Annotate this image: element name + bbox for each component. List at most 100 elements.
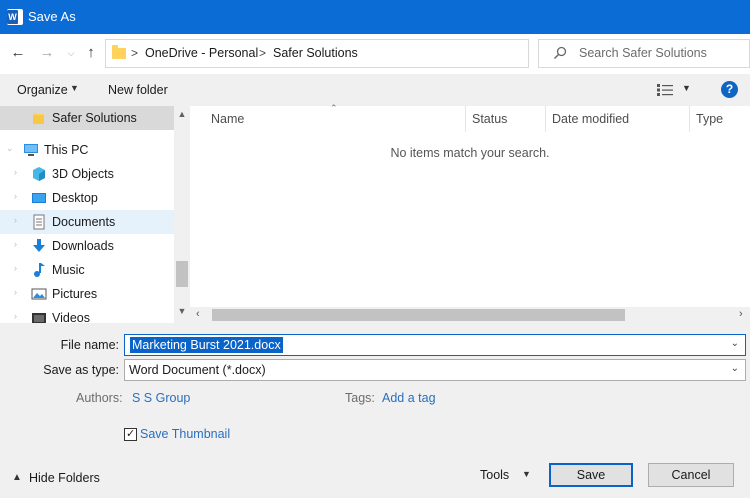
tags-label: Tags: bbox=[345, 391, 375, 405]
sidebar-item-label: Desktop bbox=[52, 191, 98, 205]
sidebar-item-music[interactable]: › Music bbox=[0, 258, 174, 282]
recent-locations-chevron-icon[interactable]: ⌵ bbox=[60, 42, 82, 64]
sidebar-item-documents[interactable]: › Documents bbox=[0, 210, 174, 234]
column-header-status[interactable]: Status bbox=[472, 112, 507, 138]
hide-folders-button[interactable]: Hide Folders bbox=[29, 471, 100, 485]
change-view-icon[interactable] bbox=[657, 84, 673, 96]
chevron-right-icon[interactable]: › bbox=[14, 167, 17, 177]
chevron-right-icon[interactable]: › bbox=[14, 287, 17, 297]
sidebar-item-downloads[interactable]: › Downloads bbox=[0, 234, 174, 258]
downloads-icon bbox=[33, 239, 45, 252]
desktop-icon bbox=[32, 193, 46, 203]
breadcrumb-onedrive[interactable]: OneDrive - Personal bbox=[145, 46, 258, 60]
authors-label: Authors: bbox=[76, 391, 123, 405]
file-name-field[interactable]: Marketing Burst 2021.docx ⌄ bbox=[124, 334, 746, 356]
address-bar[interactable]: > OneDrive - Personal > Safer Solutions … bbox=[105, 39, 623, 68]
save-thumbnail-label[interactable]: Save Thumbnail bbox=[140, 427, 230, 441]
breadcrumb-separator-icon: > bbox=[259, 46, 267, 60]
sidebar-item-label: Downloads bbox=[52, 239, 114, 253]
search-placeholder: Search Safer Solutions bbox=[579, 46, 707, 60]
cancel-button[interactable]: Cancel bbox=[648, 463, 734, 487]
up-arrow-icon[interactable]: ↑ bbox=[80, 42, 102, 64]
chevron-right-icon[interactable]: › bbox=[14, 191, 17, 201]
sidebar-item-desktop[interactable]: › Desktop bbox=[0, 186, 174, 210]
view-options-caret-icon[interactable]: ▼ bbox=[682, 83, 691, 93]
back-arrow-icon[interactable]: ← bbox=[7, 42, 29, 64]
scroll-up-arrow-icon[interactable]: ▲ bbox=[174, 109, 190, 119]
empty-list-message: No items match your search. bbox=[390, 146, 550, 160]
chevron-right-icon[interactable]: › bbox=[14, 215, 17, 225]
horizontal-scrollbar-thumb[interactable] bbox=[212, 309, 625, 321]
chevron-right-icon[interactable]: › bbox=[14, 263, 17, 273]
navigation-row: ← → ⌵ ↑ > OneDrive - Personal > Safer So… bbox=[0, 34, 750, 74]
title-bar: W Save As bbox=[0, 0, 750, 34]
chevron-right-icon[interactable]: › bbox=[14, 311, 17, 321]
column-divider[interactable] bbox=[545, 106, 546, 132]
file-name-value[interactable]: Marketing Burst 2021.docx bbox=[130, 337, 283, 353]
nav-scrollbar-thumb[interactable] bbox=[176, 261, 188, 287]
save-as-type-value: Word Document (*.docx) bbox=[129, 363, 266, 377]
organize-button[interactable]: Organize bbox=[17, 83, 68, 97]
music-icon bbox=[34, 263, 45, 277]
chevron-down-icon[interactable]: ⌄ bbox=[731, 363, 739, 374]
tools-button[interactable]: Tools bbox=[480, 468, 509, 482]
sidebar-item-safer-solutions[interactable]: Safer Solutions bbox=[0, 106, 174, 130]
authors-field[interactable]: S S Group bbox=[132, 391, 190, 405]
breadcrumb-safer-solutions[interactable]: Safer Solutions bbox=[273, 46, 358, 60]
documents-icon bbox=[33, 214, 45, 230]
column-header-name[interactable]: Name bbox=[211, 112, 244, 138]
word-app-badge: W bbox=[7, 10, 18, 24]
new-folder-button[interactable]: New folder bbox=[108, 83, 168, 97]
sort-ascending-icon: ⌃ bbox=[330, 103, 338, 113]
breadcrumb-separator-icon: > bbox=[131, 46, 139, 60]
chevron-down-icon[interactable]: ⌄ bbox=[6, 143, 14, 154]
sidebar-item-label: Videos bbox=[52, 311, 90, 323]
chevron-up-icon[interactable]: ▲ bbox=[12, 472, 22, 483]
sidebar-item-pictures[interactable]: › Pictures bbox=[0, 282, 174, 306]
save-form: File name: Marketing Burst 2021.docx ⌄ S… bbox=[0, 323, 750, 498]
command-toolbar: Organize ▼ New folder ▼ ? bbox=[0, 74, 750, 106]
column-header-type[interactable]: Type bbox=[696, 112, 723, 138]
search-icon bbox=[553, 46, 567, 60]
save-button[interactable]: Save bbox=[549, 463, 633, 487]
column-divider[interactable] bbox=[465, 106, 466, 132]
word-app-icon: W bbox=[7, 9, 23, 25]
nav-scrollbar[interactable] bbox=[174, 106, 190, 323]
sidebar-item-label: This PC bbox=[44, 143, 89, 157]
horizontal-scrollbar[interactable]: ‹ › bbox=[190, 307, 750, 323]
navigation-pane: Safer Solutions ⌄ This PC › 3D Objects ›… bbox=[0, 106, 190, 323]
save-thumbnail-checkbox[interactable]: ✓ bbox=[124, 428, 137, 441]
pc-icon bbox=[24, 144, 38, 156]
sidebar-item-label: Music bbox=[52, 263, 85, 277]
sidebar-item-label: Safer Solutions bbox=[52, 111, 137, 125]
sidebar-item-label: 3D Objects bbox=[52, 167, 114, 181]
column-divider[interactable] bbox=[689, 106, 690, 132]
scroll-down-arrow-icon[interactable]: ▼ bbox=[174, 306, 190, 316]
file-name-label: File name: bbox=[60, 338, 119, 352]
window-title: Save As bbox=[28, 9, 76, 24]
organize-caret-icon[interactable]: ▼ bbox=[70, 83, 79, 93]
checkmark-icon: ✓ bbox=[126, 428, 136, 440]
sidebar-item-label: Pictures bbox=[52, 287, 98, 301]
help-icon[interactable]: ? bbox=[721, 81, 738, 98]
search-input[interactable]: Search Safer Solutions bbox=[538, 39, 750, 68]
scroll-right-arrow-icon[interactable]: › bbox=[739, 308, 743, 320]
videos-icon bbox=[32, 313, 46, 323]
3d-objects-icon bbox=[33, 167, 45, 181]
column-header-date-modified[interactable]: Date modified bbox=[552, 112, 629, 138]
save-as-type-label: Save as type: bbox=[43, 363, 119, 377]
folder-icon bbox=[33, 113, 44, 124]
save-as-type-select[interactable]: Word Document (*.docx) ⌄ bbox=[124, 359, 746, 381]
file-list: ⌃ Name Status Date modified Type No item… bbox=[190, 103, 750, 323]
sidebar-item-videos[interactable]: › Videos bbox=[0, 306, 174, 323]
folder-icon bbox=[112, 45, 126, 59]
sidebar-item-3d-objects[interactable]: › 3D Objects bbox=[0, 162, 174, 186]
chevron-right-icon[interactable]: › bbox=[14, 239, 17, 249]
sidebar-item-label: Documents bbox=[52, 215, 116, 229]
chevron-down-icon[interactable]: ⌄ bbox=[731, 338, 739, 349]
forward-arrow-icon[interactable]: → bbox=[36, 42, 58, 64]
tags-field[interactable]: Add a tag bbox=[382, 391, 436, 405]
tools-caret-icon[interactable]: ▼ bbox=[522, 469, 531, 479]
sidebar-item-this-pc[interactable]: ⌄ This PC bbox=[0, 138, 174, 162]
scroll-left-arrow-icon[interactable]: ‹ bbox=[196, 308, 200, 320]
